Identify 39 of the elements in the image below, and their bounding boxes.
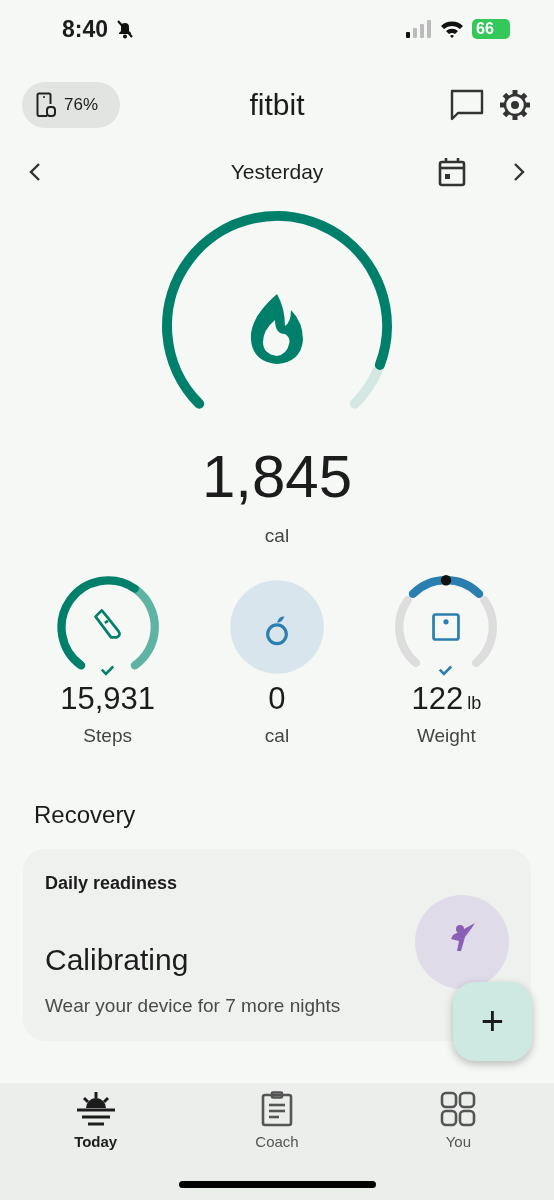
app-logo: fitbit [249,88,305,121]
status-time: 8:40 [62,15,109,43]
metric-unit: lb [467,693,482,714]
leaping-figure-icon [415,895,509,989]
metric-value: 15,931 [60,681,156,717]
signal-icon [406,20,432,38]
metric-value: 122 [411,681,464,717]
apple-icon [266,616,288,646]
phone-watch-icon [36,92,56,118]
chat-icon[interactable] [450,89,484,121]
sunrise-icon [75,1091,116,1127]
metric-label: Weight [416,725,476,747]
nav-tab[interactable]: Today [5,1083,187,1200]
wifi-icon [440,20,464,38]
add-button[interactable]: + [453,982,532,1061]
clipboard-icon [261,1091,293,1127]
metric-label: Steps [83,725,132,747]
next-day-icon[interactable] [512,162,526,182]
muted-bell-icon [116,19,135,39]
battery-indicator: 66 [472,19,510,39]
nav-tab[interactable]: Coach [186,1083,368,1200]
section-heading: Recovery [34,801,137,829]
readiness-note: Wear your device for 7 more nights [45,995,341,1017]
grid-icon [440,1091,477,1127]
nav-tab[interactable]: You [367,1083,549,1200]
calories-unit: cal [264,525,290,547]
calorie-gauge-track [349,365,383,409]
calendar-icon[interactable] [438,157,466,187]
metric-label: cal [264,725,290,747]
settings-icon[interactable] [498,88,532,122]
device-battery-chip[interactable]: 76% [22,82,121,128]
readiness-status: Calibrating [45,943,189,977]
card-title: Daily readiness [45,873,178,894]
date-label: Yesterday [230,160,324,183]
flame-icon [250,294,303,364]
calories-value: 1,845 [201,442,353,511]
previous-day-icon[interactable] [28,162,42,182]
scale-icon [432,613,461,641]
metric-value: 0 [268,681,286,717]
